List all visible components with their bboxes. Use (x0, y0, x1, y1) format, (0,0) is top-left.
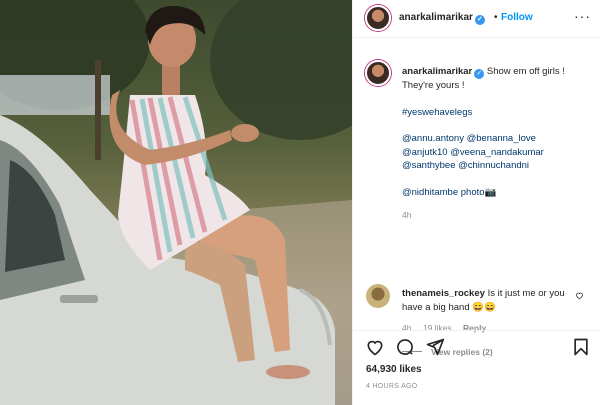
comment-like-heart-icon[interactable] (575, 291, 584, 300)
post-age: 4 HOURS AGO (366, 383, 418, 390)
post-header: anarkalimarikar ✓ • Follow ··· (353, 0, 600, 38)
author-username-text[interactable]: anarkalimarikar (399, 12, 473, 23)
share-paper-plane-icon[interactable] (425, 337, 445, 357)
commenter-username[interactable]: thenameis_rockey (402, 288, 485, 299)
like-heart-icon[interactable] (365, 337, 385, 357)
post-photo-illustration (0, 0, 352, 405)
comments-area: anarkalimarikar ✓ Show em off girls ! The… (353, 48, 600, 357)
camera-icon: 📷 (484, 186, 497, 198)
post-photo[interactable] (0, 0, 352, 405)
save-bookmark-icon[interactable] (571, 337, 591, 357)
caption-username[interactable]: anarkalimarikar (402, 66, 472, 77)
more-options-icon[interactable]: ··· (574, 8, 591, 24)
caption-text-line2: They're yours ! (402, 80, 465, 91)
verified-badge-icon: ✓ (474, 69, 485, 79)
commenter-avatar[interactable] (366, 284, 390, 308)
caption: anarkalimarikar ✓ Show em off girls ! The… (402, 65, 590, 223)
comment-bubble-icon[interactable] (395, 337, 415, 357)
mentions-line2[interactable]: @anjutk10 @veena_nandakumar (402, 146, 590, 160)
verified-badge-icon: ✓ (474, 15, 485, 25)
comment: thenameis_rockey Is it just me or you ha… (402, 287, 572, 314)
likes-count[interactable]: 64,930 likes (366, 364, 422, 375)
mentions-line1[interactable]: @annu.antony @benanna_love (402, 132, 590, 146)
photo-credit-link[interactable]: @nidhitambe photo (402, 187, 485, 198)
author-avatar[interactable] (365, 5, 391, 31)
separator-dot: • (494, 12, 498, 23)
post-side-panel: anarkalimarikar ✓ • Follow ··· anarkalima… (352, 0, 600, 405)
hashtag-link[interactable]: #yeswehavelegs (402, 106, 590, 120)
caption-avatar[interactable] (365, 60, 391, 86)
mentions-line3[interactable]: @santhybee @chinnuchandni (402, 159, 590, 173)
caption-text-line1: Show em off girls ! (486, 66, 565, 77)
author-username[interactable]: anarkalimarikar ✓ (399, 12, 485, 25)
caption-timestamp: 4h (402, 210, 412, 220)
follow-button[interactable]: Follow (501, 12, 533, 23)
post-actions: 64,930 likes 4 HOURS AGO (353, 330, 600, 405)
